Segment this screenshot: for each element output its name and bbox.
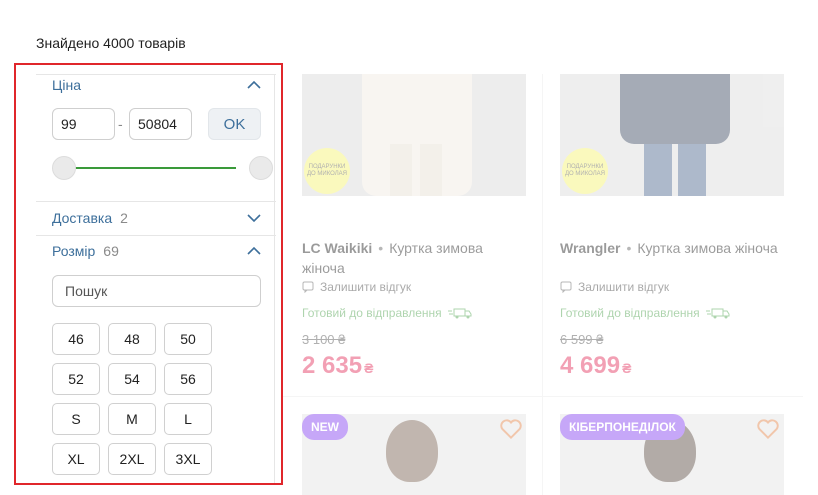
price-slider-track[interactable]	[64, 167, 236, 169]
delivery-count: 2	[120, 210, 128, 226]
size-option-3xl[interactable]: 3XL	[164, 443, 212, 475]
current-price: 2 635 ₴	[302, 352, 373, 380]
delivery-section-header[interactable]: Доставка 2	[52, 207, 262, 229]
currency-symbol: ₴	[364, 360, 374, 376]
product-title[interactable]: LC Waikiki • Куртка зимова жіноча	[302, 238, 526, 278]
column-divider	[542, 74, 543, 495]
product-grid: ПОДАРУНКИ ДО МИКОЛАЯ LC Waikiki • Куртка з…	[283, 74, 803, 495]
old-price: 6 599 ₴	[560, 332, 604, 347]
shipping-label: Готовий до відправлення	[302, 306, 442, 320]
size-option-2xl[interactable]: 2XL	[108, 443, 156, 475]
results-count: Знайдено 4000 товарів	[36, 35, 186, 51]
comment-icon	[302, 281, 314, 293]
size-option-50[interactable]: 50	[164, 323, 212, 355]
leave-review-link[interactable]: Залишити відгук	[560, 280, 669, 294]
truck-icon	[705, 308, 730, 319]
delivery-section-title: Доставка	[52, 210, 113, 226]
product-brand: LC Waikiki	[302, 240, 373, 256]
currency-symbol: ₴	[622, 360, 632, 376]
size-option-48[interactable]: 48	[108, 323, 156, 355]
cyber-monday-badge: КІБЕРПОНЕДІЛОК	[560, 414, 685, 440]
product-name: Куртка зимова жіноча	[637, 240, 778, 256]
size-option-46[interactable]: 46	[52, 323, 100, 355]
price-min-input[interactable]	[52, 108, 115, 140]
size-option-52[interactable]: 52	[52, 363, 100, 395]
jacket-shape	[620, 74, 730, 144]
product-brand: Wrangler	[560, 240, 621, 256]
size-option-54[interactable]: 54	[108, 363, 156, 395]
heart-icon[interactable]	[755, 416, 781, 442]
price-apply-button[interactable]: OK	[208, 108, 261, 140]
leave-review-link[interactable]: Залишити відгук	[302, 280, 411, 294]
price-slider-max-handle[interactable]	[249, 156, 273, 180]
heart-icon[interactable]	[498, 416, 524, 442]
size-count: 69	[103, 243, 119, 259]
promo-sticker: ПОДАРУНКИ ДО МИКОЛАЯ	[304, 148, 350, 194]
filter-panel-border	[274, 74, 275, 484]
truck-icon	[447, 308, 472, 319]
price-section-header[interactable]: Ціна	[52, 74, 262, 96]
promo-sticker: ПОДАРУНКИ ДО МИКОЛАЯ	[562, 148, 608, 194]
size-option-l[interactable]: L	[164, 403, 212, 435]
current-price: 4 699 ₴	[560, 352, 631, 380]
chevron-down-icon[interactable]	[246, 210, 262, 226]
filter-panel: Ціна - OK Доставка 2 Розмір 69 464850525…	[36, 74, 276, 484]
size-option-xl[interactable]: XL	[52, 443, 100, 475]
product-image[interactable]: ПОДАРУНКИ ДО МИКОЛАЯ	[560, 74, 784, 196]
chevron-up-icon[interactable]	[246, 77, 262, 93]
model-photo	[386, 420, 438, 482]
review-label: Залишити відгук	[578, 280, 670, 294]
bullet-separator: •	[378, 240, 384, 256]
price-max-input[interactable]	[129, 108, 192, 140]
comment-icon	[560, 281, 572, 293]
shipping-label: Готовий до відправлення	[560, 306, 700, 320]
leg-shape	[420, 144, 442, 196]
price-value: 2 635	[302, 352, 363, 379]
leg-shape	[644, 144, 672, 196]
size-option-m[interactable]: M	[108, 403, 156, 435]
bullet-separator: •	[626, 240, 632, 256]
leg-shape	[390, 144, 412, 196]
divider	[36, 235, 276, 236]
price-slider-min-handle[interactable]	[52, 156, 76, 180]
chevron-up-icon[interactable]	[246, 243, 262, 259]
price-range-separator: -	[118, 116, 123, 132]
product-title[interactable]: Wrangler • Куртка зимова жіноча	[560, 238, 784, 258]
size-section-title: Розмір	[52, 243, 96, 259]
size-option-56[interactable]: 56	[164, 363, 212, 395]
divider	[36, 201, 276, 202]
price-value: 4 699	[560, 352, 621, 379]
jacket-shape	[362, 74, 472, 196]
new-badge: NEW	[302, 414, 348, 440]
size-search-input[interactable]	[52, 275, 261, 307]
product-image[interactable]: ПОДАРУНКИ ДО МИКОЛАЯ	[302, 74, 526, 196]
leg-shape	[678, 144, 706, 196]
shipping-status: Готовий до відправлення	[302, 306, 472, 320]
review-label: Залишити відгук	[320, 280, 412, 294]
shipping-status: Готовий до відправлення	[560, 306, 730, 320]
price-section-title: Ціна	[52, 77, 81, 93]
row-divider	[283, 396, 803, 397]
size-section-header[interactable]: Розмір 69	[52, 240, 262, 262]
size-option-s[interactable]: S	[52, 403, 100, 435]
old-price: 3 100 ₴	[302, 332, 346, 347]
